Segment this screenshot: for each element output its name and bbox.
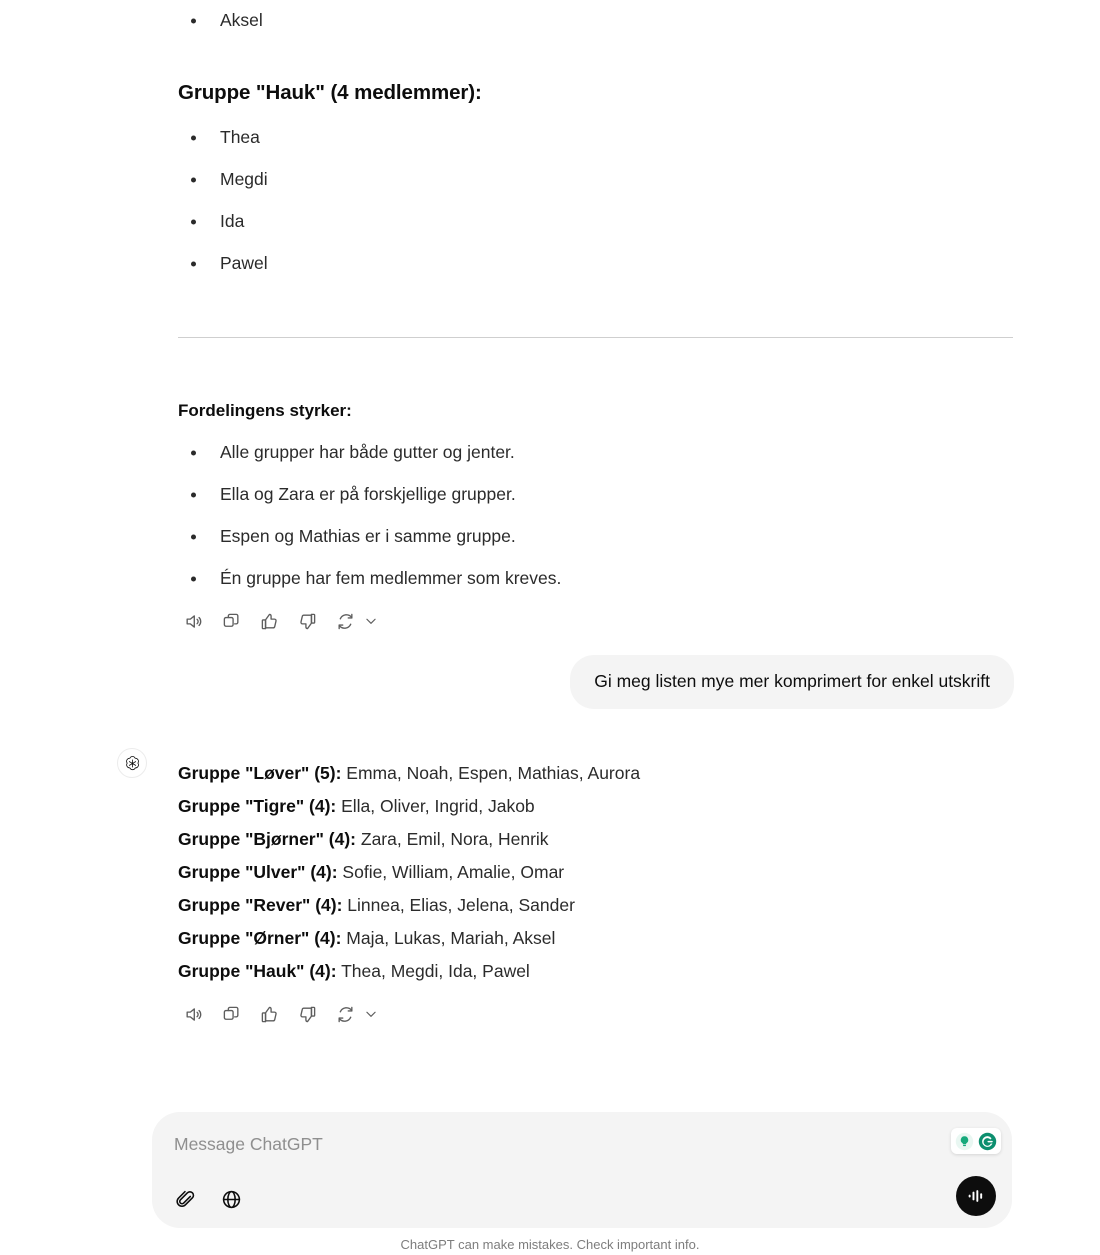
- group-line: Gruppe "Ørner" (4): Maja, Lukas, Mariah,…: [178, 922, 1014, 955]
- list-item: Én gruppe har fem medlemmer som kreves.: [178, 558, 1014, 600]
- group-label: Gruppe "Rever" (4):: [178, 895, 343, 915]
- group-label: Gruppe "Ulver" (4):: [178, 862, 338, 882]
- list-item: Ella og Zara er på forskjellige grupper.: [178, 474, 1014, 516]
- read-aloud-button[interactable]: [180, 1001, 206, 1027]
- strengths-heading: Fordelingens styrker:: [178, 401, 352, 420]
- read-aloud-button[interactable]: [180, 608, 206, 634]
- message-composer[interactable]: Message ChatGPT: [152, 1112, 1012, 1228]
- list-item: Aksel: [178, 0, 1014, 42]
- group-label: Gruppe "Ørner" (4):: [178, 928, 342, 948]
- composer-placeholder: Message ChatGPT: [174, 1134, 323, 1154]
- group-line: Gruppe "Tigre" (4): Ella, Oliver, Ingrid…: [178, 790, 1014, 823]
- lightbulb-icon[interactable]: [954, 1131, 975, 1152]
- group-members: Ella, Oliver, Ingrid, Jakob: [341, 796, 535, 816]
- list-item: Alle grupper har både gutter og jenter.: [178, 432, 1014, 474]
- disclaimer-text: ChatGPT can make mistakes. Check importa…: [400, 1237, 700, 1252]
- composer-tools: [170, 1184, 246, 1214]
- message-actions-toolbar: [180, 608, 380, 634]
- group-line: Gruppe "Ulver" (4): Sofie, William, Amal…: [178, 856, 1014, 889]
- group-line: Gruppe "Løver" (5): Emma, Noah, Espen, M…: [178, 757, 1014, 790]
- compact-group-list: Gruppe "Løver" (5): Emma, Noah, Espen, M…: [178, 757, 1014, 988]
- group-label: Gruppe "Bjørner" (4):: [178, 829, 356, 849]
- assistant-message-top: Aksel Gruppe "Hauk" (4 medlemmer): Thea …: [178, 0, 1014, 273]
- group-members: Sofie, William, Amalie, Omar: [342, 862, 565, 882]
- trailing-member-list: Aksel: [178, 0, 1014, 42]
- regenerate-icon[interactable]: [332, 1001, 358, 1027]
- list-item: Ida: [178, 201, 268, 243]
- group-members: Zara, Emil, Nora, Henrik: [360, 829, 549, 849]
- grammarly-badge: [951, 1128, 1001, 1154]
- group-members: Linnea, Elias, Jelena, Sander: [347, 895, 575, 915]
- list-item: Pawel: [178, 243, 268, 285]
- voice-mode-button[interactable]: [956, 1176, 996, 1216]
- thumbs-up-icon[interactable]: [256, 1001, 282, 1027]
- list-item: Megdi: [178, 159, 268, 201]
- section-divider: [178, 337, 1013, 338]
- thumbs-down-icon[interactable]: [294, 1001, 320, 1027]
- group-label: Gruppe "Tigre" (4):: [178, 796, 337, 816]
- group-label: Gruppe "Løver" (5):: [178, 763, 342, 783]
- group-members: Thea, Megdi, Ida, Pawel: [341, 961, 530, 981]
- chevron-down-icon[interactable]: [362, 608, 380, 634]
- message-actions-toolbar: [180, 1001, 380, 1027]
- copy-button[interactable]: [218, 1001, 244, 1027]
- list-item: Espen og Mathias er i samme gruppe.: [178, 516, 1014, 558]
- paperclip-icon[interactable]: [170, 1184, 200, 1214]
- group-member-list: Thea Megdi Ida Pawel: [178, 117, 268, 285]
- list-item: Thea: [178, 117, 268, 159]
- group-line: Gruppe "Hauk" (4): Thea, Megdi, Ida, Paw…: [178, 955, 1014, 988]
- strengths-list: Alle grupper har både gutter og jenter. …: [178, 432, 1014, 600]
- chevron-down-icon[interactable]: [362, 1001, 380, 1027]
- copy-button[interactable]: [218, 608, 244, 634]
- thumbs-up-icon[interactable]: [256, 608, 282, 634]
- group-label: Gruppe "Hauk" (4):: [178, 961, 337, 981]
- user-message-row: Gi meg listen mye mer komprimert for enk…: [0, 655, 1014, 710]
- group-heading-hauk: Gruppe "Hauk" (4 medlemmer):: [178, 81, 482, 104]
- group-line: Gruppe "Bjørner" (4): Zara, Emil, Nora, …: [178, 823, 1014, 856]
- group-members: Maja, Lukas, Mariah, Aksel: [346, 928, 556, 948]
- chatgpt-avatar-icon: [117, 748, 147, 778]
- group-members: Emma, Noah, Espen, Mathias, Aurora: [346, 763, 641, 783]
- globe-icon[interactable]: [216, 1184, 246, 1214]
- regenerate-icon[interactable]: [332, 608, 358, 634]
- thumbs-down-icon[interactable]: [294, 608, 320, 634]
- user-message-bubble: Gi meg listen mye mer komprimert for enk…: [570, 655, 1014, 710]
- grammarly-logo-icon[interactable]: [977, 1131, 998, 1152]
- group-line: Gruppe "Rever" (4): Linnea, Elias, Jelen…: [178, 889, 1014, 922]
- chatgpt-conversation-page: Aksel Gruppe "Hauk" (4 medlemmer): Thea …: [0, 0, 1100, 1255]
